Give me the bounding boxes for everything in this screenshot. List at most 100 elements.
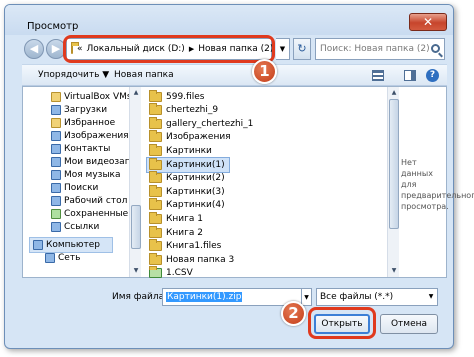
chevron-down-icon: ▼ xyxy=(279,45,286,53)
sidebar-item[interactable]: Сеть xyxy=(45,251,80,264)
sidebar-item[interactable]: Мои видеозапис xyxy=(51,155,129,168)
chevron-down-icon: ▼ xyxy=(428,293,434,300)
back-button[interactable]: ◀ xyxy=(24,39,44,59)
sidebar-item[interactable]: VirtualBox VMs xyxy=(51,90,129,103)
filename-label: Имя файла: xyxy=(112,292,168,302)
file-name: Книга 2 xyxy=(166,227,203,238)
folder-icon xyxy=(149,143,162,156)
organize-menu[interactable]: Упорядочить ▼ xyxy=(38,70,109,80)
scroll-thumb[interactable] xyxy=(131,205,141,249)
close-button[interactable]: ✕ xyxy=(409,13,447,31)
address-dropdown-button[interactable]: ▼ xyxy=(276,38,290,60)
scroll-down-icon[interactable]: ▼ xyxy=(388,265,400,277)
scroll-down-icon[interactable]: ▼ xyxy=(130,265,142,277)
content-area: VirtualBox VMs Загрузки Избранное Изображен… xyxy=(22,86,474,280)
sidebar-item[interactable]: Поиски xyxy=(51,181,98,194)
sidebar-item-label: Ссылки xyxy=(64,221,100,232)
scroll-up-icon[interactable]: ▲ xyxy=(388,87,400,99)
search-icon xyxy=(51,182,61,193)
sidebar-item[interactable]: Компьютер xyxy=(29,237,113,253)
folder-icon xyxy=(149,103,162,116)
address-bar-highlight xyxy=(63,35,275,63)
folder-icon xyxy=(149,198,162,211)
file-name: 1.CSV xyxy=(166,268,193,279)
file-list-item[interactable]: Книга1.files xyxy=(149,239,222,253)
scroll-thumb[interactable] xyxy=(389,99,399,229)
cancel-button[interactable]: Отмена xyxy=(380,314,438,334)
file-list-item[interactable]: Картинки xyxy=(149,143,212,157)
file-list: 599.files chertezhi_9 gallery_chertezhi_1 И… xyxy=(143,87,388,280)
file-name: gallery_chertezhi_1 xyxy=(166,118,254,129)
folder-icon xyxy=(149,184,162,197)
open-button-highlight xyxy=(308,307,376,339)
sidebar-item-label: Поиски xyxy=(64,182,99,193)
navigation-scrollbar[interactable]: ▲ ▼ xyxy=(129,87,141,277)
folder-icon xyxy=(149,116,162,129)
chevron-down-icon: ▼ xyxy=(304,294,309,301)
sidebar-item[interactable]: Рабочий стол xyxy=(51,194,127,207)
file-name: Картинки(4) xyxy=(166,200,225,211)
folder-icon xyxy=(51,91,61,102)
folder-icon xyxy=(149,89,162,102)
file-name: Новая папка 3 xyxy=(166,254,235,265)
sidebar-item-label: Мои видеозапис xyxy=(64,156,129,167)
file-name: chertezhi_9 xyxy=(166,105,219,116)
favorites-icon xyxy=(51,117,61,128)
sidebar-item-label: Сеть xyxy=(58,252,81,263)
filename-dropdown-button[interactable]: ▼ xyxy=(302,288,312,306)
search-icon[interactable] xyxy=(431,44,440,53)
folder-icon xyxy=(149,225,162,238)
file-list-item[interactable]: Новая папка 3 xyxy=(149,252,235,266)
csv-file-icon xyxy=(149,266,162,279)
sidebar-item[interactable]: Избранное xyxy=(51,116,115,129)
file-list-item[interactable]: Картинки(3) xyxy=(149,184,225,198)
scroll-up-icon[interactable]: ▲ xyxy=(130,87,142,99)
help-icon[interactable]: ? xyxy=(426,69,439,82)
file-type-select[interactable]: Все файлы (*.*) ▼ xyxy=(316,288,438,306)
preview-pane-icon[interactable] xyxy=(404,70,416,81)
folder-icon xyxy=(149,171,162,184)
sidebar-item-label: Загрузки xyxy=(64,104,108,115)
folder-icon xyxy=(149,252,162,265)
sidebar-item[interactable]: Моя музыка xyxy=(51,168,121,181)
file-name: Картинки xyxy=(166,145,212,156)
file-name: Книга1.files xyxy=(166,241,222,252)
filename-value: Картинки(1).zip xyxy=(166,292,243,302)
preview-message: Нет данных для предварительного просмотр… xyxy=(401,158,474,211)
filename-input[interactable]: Картинки(1).zip xyxy=(162,288,302,306)
file-list-scrollbar[interactable]: ▲ ▼ xyxy=(387,87,399,277)
file-list-item[interactable]: gallery_chertezhi_1 xyxy=(149,116,254,130)
file-type-value: Все файлы (*.*) xyxy=(320,292,394,302)
sidebar-item[interactable]: Ссылки xyxy=(51,220,99,233)
file-name: Книга 1 xyxy=(166,213,203,224)
sidebar-item[interactable]: Сохраненные иг xyxy=(51,207,129,220)
sidebar-item-label: VirtualBox VMs xyxy=(64,91,129,102)
file-list-item[interactable]: Книга 1 xyxy=(149,211,203,225)
sidebar-item[interactable]: Изображения xyxy=(51,129,129,142)
file-list-item[interactable]: 599.files xyxy=(149,89,204,103)
navigation-pane: VirtualBox VMs Загрузки Избранное Изображен… xyxy=(23,87,129,277)
file-list-item[interactable]: Книга 2 xyxy=(149,225,203,239)
refresh-button[interactable]: ↻ xyxy=(293,38,311,60)
sidebar-item[interactable]: Контакты xyxy=(51,142,110,155)
title-bar: Просмотр ✕ xyxy=(5,5,453,35)
file-list-item[interactable]: Картинки(4) xyxy=(149,198,225,212)
view-options-icon[interactable] xyxy=(372,70,384,81)
search-input[interactable]: Поиск: Новая папка (2) xyxy=(315,38,445,60)
back-arrow-icon: ◀ xyxy=(29,42,39,55)
file-list-item[interactable]: chertezhi_9 xyxy=(149,103,219,117)
sidebar-item-label: Компьютер xyxy=(46,239,100,250)
file-list-item[interactable]: 1.CSV xyxy=(149,266,193,280)
sidebar-item-label: Избранное xyxy=(64,117,116,128)
games-icon xyxy=(51,208,61,219)
file-list-item[interactable]: Изображения xyxy=(149,130,231,144)
refresh-icon: ↻ xyxy=(297,42,307,55)
file-list-item[interactable]: Картинки(2) xyxy=(149,171,225,185)
desktop-icon xyxy=(51,195,61,206)
file-list-item[interactable]: Картинки(1) xyxy=(146,157,230,173)
computer-icon xyxy=(33,239,43,250)
new-folder-button[interactable]: Новая папка xyxy=(114,70,174,80)
file-name: Изображения xyxy=(166,132,231,143)
sidebar-item[interactable]: Загрузки xyxy=(51,103,107,116)
toolbar: Упорядочить ▼ Новая папка ? xyxy=(22,64,447,86)
